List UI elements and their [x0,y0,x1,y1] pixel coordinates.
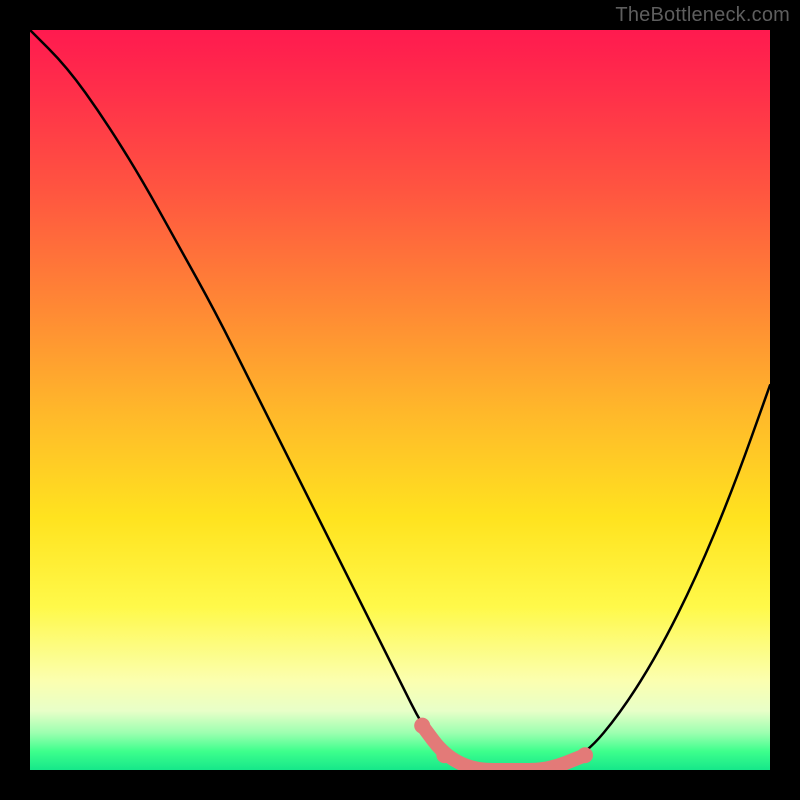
chart-frame: TheBottleneck.com [0,0,800,800]
plot-area [30,30,770,770]
bottleneck-curve [30,30,770,770]
watermark-text: TheBottleneck.com [615,4,790,27]
curve-layer [30,30,770,770]
